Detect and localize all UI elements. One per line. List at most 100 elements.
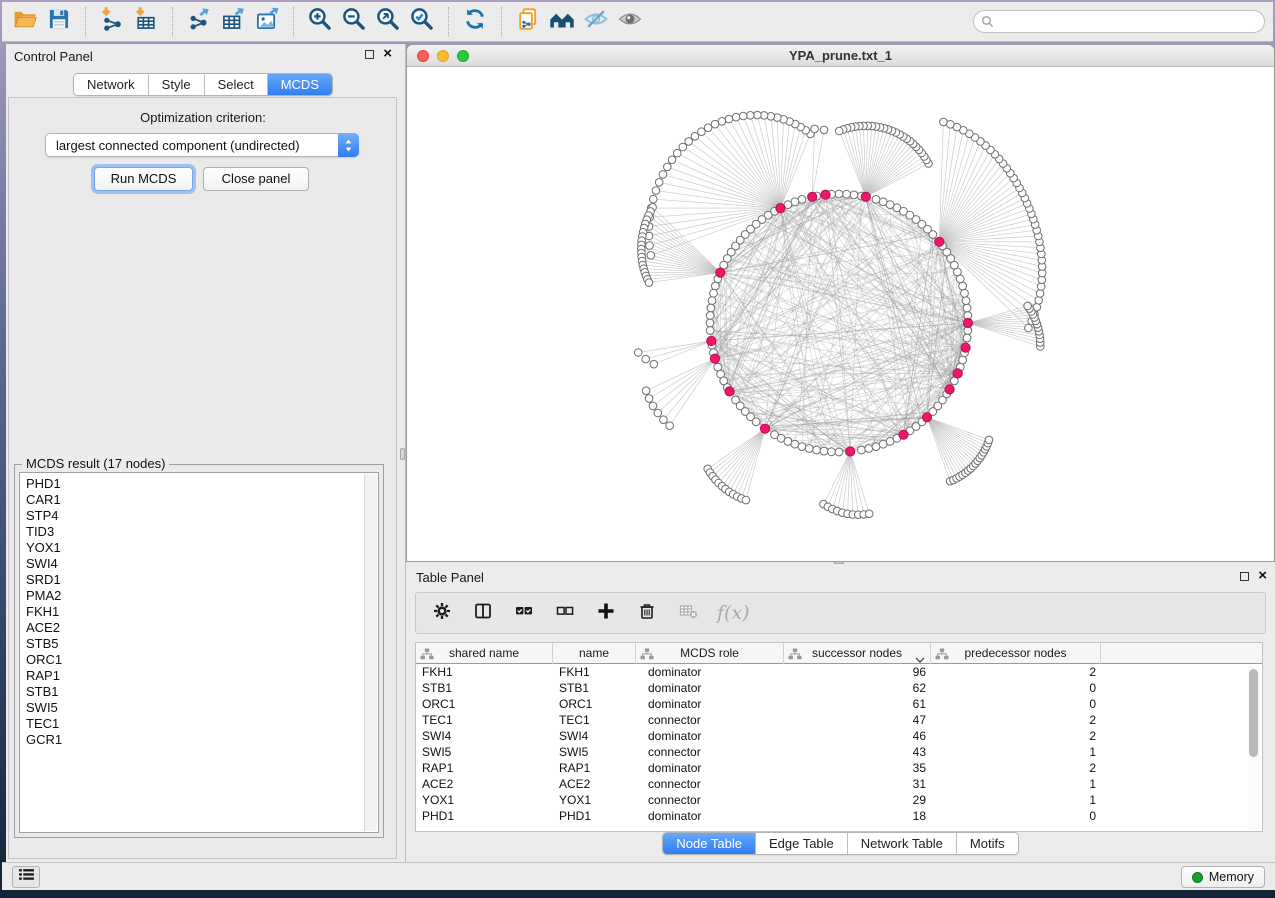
mcds-result-list[interactable]: PHD1CAR1STP4TID3YOX1SWI4SRD1PMA2FKH1ACE2… [19,472,379,833]
zoom-in-button[interactable] [303,6,337,38]
network-hub-node[interactable] [963,318,972,327]
network-node[interactable] [835,448,843,456]
network-hub-node[interactable] [922,413,931,422]
tab-select[interactable]: Select [205,74,268,95]
save-session-button[interactable] [42,6,76,38]
table-row[interactable]: ACE2ACE2connector311 [416,776,1262,792]
network-node[interactable] [706,312,714,320]
result-list-item[interactable]: YOX1 [26,540,378,556]
network-node[interactable] [985,436,993,444]
result-list-item[interactable]: SWI4 [26,556,378,572]
result-list-item[interactable]: GCR1 [26,732,378,748]
tab-style[interactable]: Style [149,74,205,95]
network-node[interactable] [685,138,693,146]
show-columns-button[interactable] [471,601,495,625]
result-list-item[interactable]: CAR1 [26,492,378,508]
network-node[interactable] [850,191,858,199]
zoom-selected-button[interactable] [405,6,439,38]
network-node[interactable] [673,149,681,157]
network-graph[interactable] [407,67,1274,561]
network-node[interactable] [798,443,806,451]
table-row[interactable]: ORC1ORC1dominator610 [416,696,1262,712]
run-mcds-button[interactable]: Run MCDS [94,167,193,191]
table-row[interactable]: RAP1RAP1dominator352 [416,760,1262,776]
float-panel-icon[interactable] [365,50,374,59]
network-node[interactable] [652,187,660,195]
tab-network[interactable]: Network [74,74,149,95]
network-node[interactable] [711,120,719,128]
deselect-all-button[interactable] [553,601,577,625]
refresh-view-button[interactable] [458,6,492,38]
tab-node-table[interactable]: Node Table [663,833,756,854]
tab-motifs[interactable]: Motifs [957,833,1018,854]
network-node[interactable] [811,125,819,133]
network-node[interactable] [642,387,650,395]
network-node[interactable] [835,127,843,135]
network-node[interactable] [650,195,658,203]
result-list-item[interactable]: TEC1 [26,716,378,732]
network-node[interactable] [843,190,851,198]
network-node[interactable] [647,252,655,260]
network-node[interactable] [872,196,880,204]
network-hub-node[interactable] [935,237,944,246]
hide-selected-button[interactable] [579,6,613,38]
network-hub-node[interactable] [710,354,719,363]
column-header-MCDS-role[interactable]: MCDS role [636,643,784,664]
task-history-button[interactable] [12,866,40,888]
table-settings-button[interactable] [430,601,454,625]
network-node[interactable] [963,304,971,312]
result-list-item[interactable]: SRD1 [26,572,378,588]
table-row[interactable]: TEC1TEC1connector472 [416,712,1262,728]
network-node[interactable] [698,128,706,136]
network-node[interactable] [752,418,760,426]
table-row[interactable]: SWI5SWI5connector431 [416,744,1262,760]
network-hub-node[interactable] [846,447,855,456]
tab-network-table[interactable]: Network Table [848,833,957,854]
network-node[interactable] [710,289,718,297]
column-header-name[interactable]: name [553,643,636,664]
result-list-item[interactable]: TID3 [26,524,378,540]
tab-edge-table[interactable]: Edge Table [756,833,848,854]
network-node[interactable] [1036,290,1044,298]
network-node[interactable] [706,327,714,335]
network-node[interactable] [961,289,969,297]
network-node[interactable] [732,113,740,121]
network-node[interactable] [634,349,642,357]
network-node[interactable] [739,112,747,120]
network-node[interactable] [655,179,663,187]
network-node[interactable] [865,510,873,518]
network-node[interactable] [858,446,866,454]
criterion-dropdown[interactable]: largest connected component (undirected) [45,133,359,157]
network-hub-node[interactable] [821,190,830,199]
network-node[interactable] [645,279,653,287]
scrollbar-thumb[interactable] [1249,669,1258,757]
add-column-button[interactable] [594,601,618,625]
result-list-item[interactable]: ACE2 [26,620,378,636]
network-node[interactable] [668,156,676,164]
network-node[interactable] [707,304,715,312]
import-table-button[interactable] [129,6,163,38]
network-window-titlebar[interactable]: YPA_prune.txt_1 [407,45,1274,67]
result-list-item[interactable]: SWI5 [26,700,378,716]
result-list-item[interactable]: RAP1 [26,668,378,684]
network-node[interactable] [747,112,755,120]
network-node[interactable] [963,334,971,342]
export-network-button[interactable] [182,6,216,38]
open-file-button[interactable] [8,6,42,38]
network-node[interactable] [712,282,720,290]
network-hub-node[interactable] [760,424,769,433]
network-node[interactable] [754,111,762,119]
network-node[interactable] [654,409,662,417]
network-canvas[interactable] [407,67,1274,561]
network-node[interactable] [659,171,667,179]
result-list-item[interactable]: STB5 [26,636,378,652]
result-list-item[interactable]: PHD1 [26,476,378,492]
export-image-button[interactable] [250,6,284,38]
table-row[interactable]: STB1STB1dominator620 [416,680,1262,696]
network-hub-node[interactable] [725,387,734,396]
network-hub-node[interactable] [961,343,970,352]
network-node[interactable] [679,143,687,151]
close-panel-button[interactable]: Close panel [203,167,309,191]
memory-button[interactable]: Memory [1181,866,1265,888]
network-node[interactable] [820,447,828,455]
